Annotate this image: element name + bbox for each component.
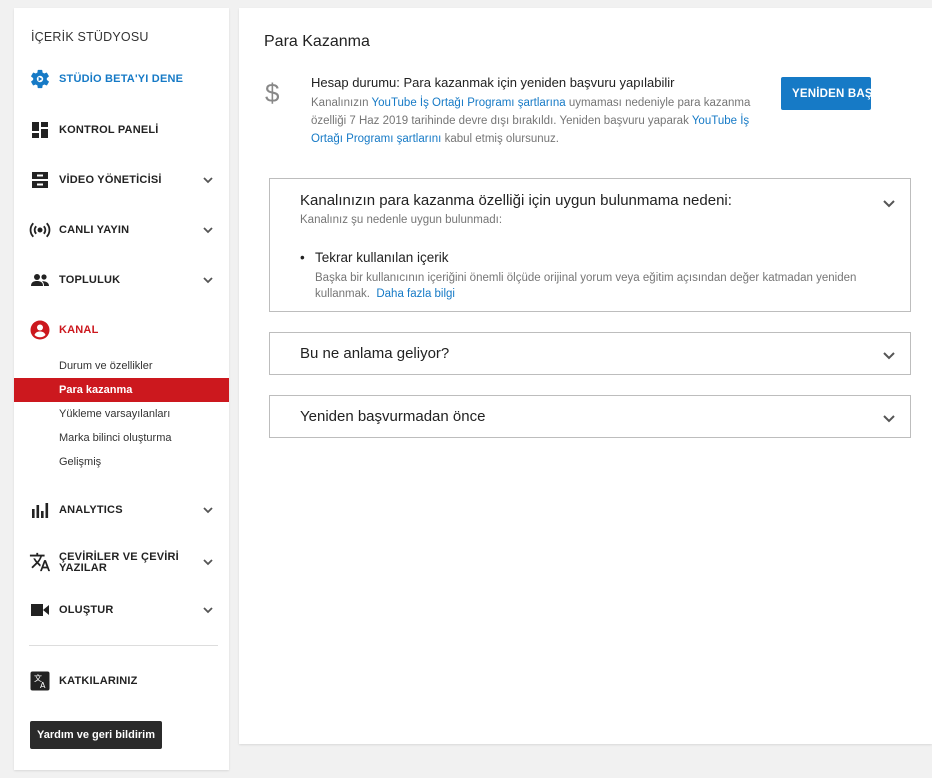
nav-label-dashboard: KONTROL PANELİ: [59, 123, 159, 136]
bar-chart-icon: [29, 499, 51, 521]
status-description: Kanalınızın YouTube İş Ortağı Programı ş…: [311, 94, 761, 148]
reason-item-description: Başka bir kullanıcının içeriğini önemli …: [315, 270, 890, 302]
reason-item-title: Tekrar kullanılan içerik: [315, 250, 449, 265]
nav-label-video-manager: VİDEO YÖNETİCİSİ: [59, 173, 162, 186]
bullet-marker: •: [300, 250, 305, 265]
status-title: Hesap durumu: Para kazanmak için yeniden…: [311, 75, 675, 90]
chevron-down-icon[interactable]: [882, 348, 896, 362]
chevron-down-icon[interactable]: [202, 604, 214, 616]
chevron-down-icon[interactable]: [202, 224, 214, 236]
ineligibility-reason-panel[interactable]: Kanalınızın para kazanma özelliği için u…: [269, 178, 911, 312]
nav-label-translations-line2: YAZILAR: [59, 562, 108, 574]
chevron-down-icon[interactable]: [202, 274, 214, 286]
panel-title-before: Yeniden başvurmadan önce: [300, 408, 486, 425]
subitem-label-branding: Marka bilinci oluşturma: [59, 432, 172, 444]
status-desc-text: kabul etmiş olursunuz.: [441, 133, 559, 145]
page-title: Para Kazanma: [264, 33, 370, 50]
ypp-terms-link[interactable]: YouTube İş Ortağı Programı şartlarına: [372, 97, 566, 109]
nav-label-analytics: ANALYTICS: [59, 503, 123, 516]
nav-label-community: TOPLULUK: [59, 273, 121, 286]
video-camera-icon: [29, 599, 51, 621]
subitem-label-advanced: Gelişmiş: [59, 456, 102, 468]
translate-icon: [29, 551, 51, 573]
nav-label-channel: KANAL: [59, 323, 99, 336]
nav-item-video-manager[interactable]: VİDEO YÖNETİCİSİ: [14, 167, 229, 193]
what-does-this-mean-panel[interactable]: Bu ne anlama geliyor?: [269, 332, 911, 375]
translate-box-icon: 文A: [29, 670, 51, 692]
panel-subtitle-reason: Kanalınız şu nedenle uygun bulunmadı:: [300, 214, 503, 226]
chevron-down-icon[interactable]: [882, 411, 896, 425]
nav-label-create: OLUŞTUR: [59, 603, 114, 616]
chevron-down-icon[interactable]: [882, 196, 896, 210]
sidebar-subitem-upload-defaults[interactable]: Yükleme varsayılanları: [14, 402, 229, 426]
dashboard-icon: [29, 119, 51, 141]
help-feedback-button[interactable]: Yardım ve geri bildirim: [30, 721, 162, 749]
nav-item-live[interactable]: CANLI YAYIN: [14, 217, 229, 243]
subitem-label-upload-defaults: Yükleme varsayılanları: [59, 408, 171, 420]
svg-text:A: A: [40, 681, 46, 690]
chevron-down-icon[interactable]: [202, 174, 214, 186]
nav-item-analytics[interactable]: ANALYTICS: [14, 497, 229, 523]
sidebar-subitem-status[interactable]: Durum ve özellikler: [14, 354, 229, 378]
before-reapplying-panel[interactable]: Yeniden başvurmadan önce: [269, 395, 911, 438]
main-content: Para Kazanma $ Hesap durumu: Para kazanm…: [239, 8, 932, 744]
nav-item-community[interactable]: TOPLULUK: [14, 267, 229, 293]
reapply-button[interactable]: YENİDEN BAŞVUR: [781, 77, 871, 110]
sidebar-divider: [29, 645, 218, 646]
sidebar: İÇERİK STÜDYOSU STÜDİO BETA'YI DENE KONT…: [14, 8, 229, 770]
nav-label-contributions: KATKILARINIZ: [59, 674, 138, 687]
chevron-down-icon[interactable]: [202, 504, 214, 516]
gear-icon: [29, 68, 51, 90]
chevron-down-icon[interactable]: [202, 556, 214, 568]
video-manager-icon: [29, 169, 51, 191]
nav-item-studio-beta[interactable]: STÜDİO BETA'YI DENE: [14, 66, 229, 92]
people-icon: [29, 269, 51, 291]
nav-item-dashboard[interactable]: KONTROL PANELİ: [14, 117, 229, 143]
subitem-label-status: Durum ve özellikler: [59, 360, 153, 372]
sidebar-subitem-branding[interactable]: Marka bilinci oluşturma: [14, 426, 229, 450]
subitem-label-monetization: Para kazanma: [59, 384, 133, 396]
learn-more-link[interactable]: Daha fazla bilgi: [376, 288, 455, 300]
account-circle-icon: [29, 319, 51, 341]
dollar-icon: $: [265, 78, 280, 108]
nav-label-studio-beta: STÜDİO BETA'YI DENE: [59, 72, 184, 85]
sidebar-subitem-monetization[interactable]: Para kazanma: [14, 378, 229, 402]
account-status: Hesap durumu: Para kazanmak için yeniden…: [311, 75, 761, 148]
live-broadcast-icon: [29, 219, 51, 241]
status-desc-text: Kanalınızın: [311, 97, 372, 109]
panel-title-reason: Kanalınızın para kazanma özelliği için u…: [300, 192, 732, 209]
nav-item-translations[interactable]: ÇEVİRİLER VE ÇEVİRİ YAZILAR: [14, 547, 229, 577]
nav-label-live: CANLI YAYIN: [59, 223, 130, 236]
nav-item-contributions[interactable]: 文A KATKILARINIZ: [14, 668, 229, 694]
panel-title-meaning: Bu ne anlama geliyor?: [300, 345, 450, 362]
studio-title: İÇERİK STÜDYOSU: [31, 30, 149, 44]
nav-item-create[interactable]: OLUŞTUR: [14, 597, 229, 623]
sidebar-subitem-advanced[interactable]: Gelişmiş: [14, 450, 229, 474]
nav-item-channel[interactable]: KANAL: [14, 317, 229, 343]
